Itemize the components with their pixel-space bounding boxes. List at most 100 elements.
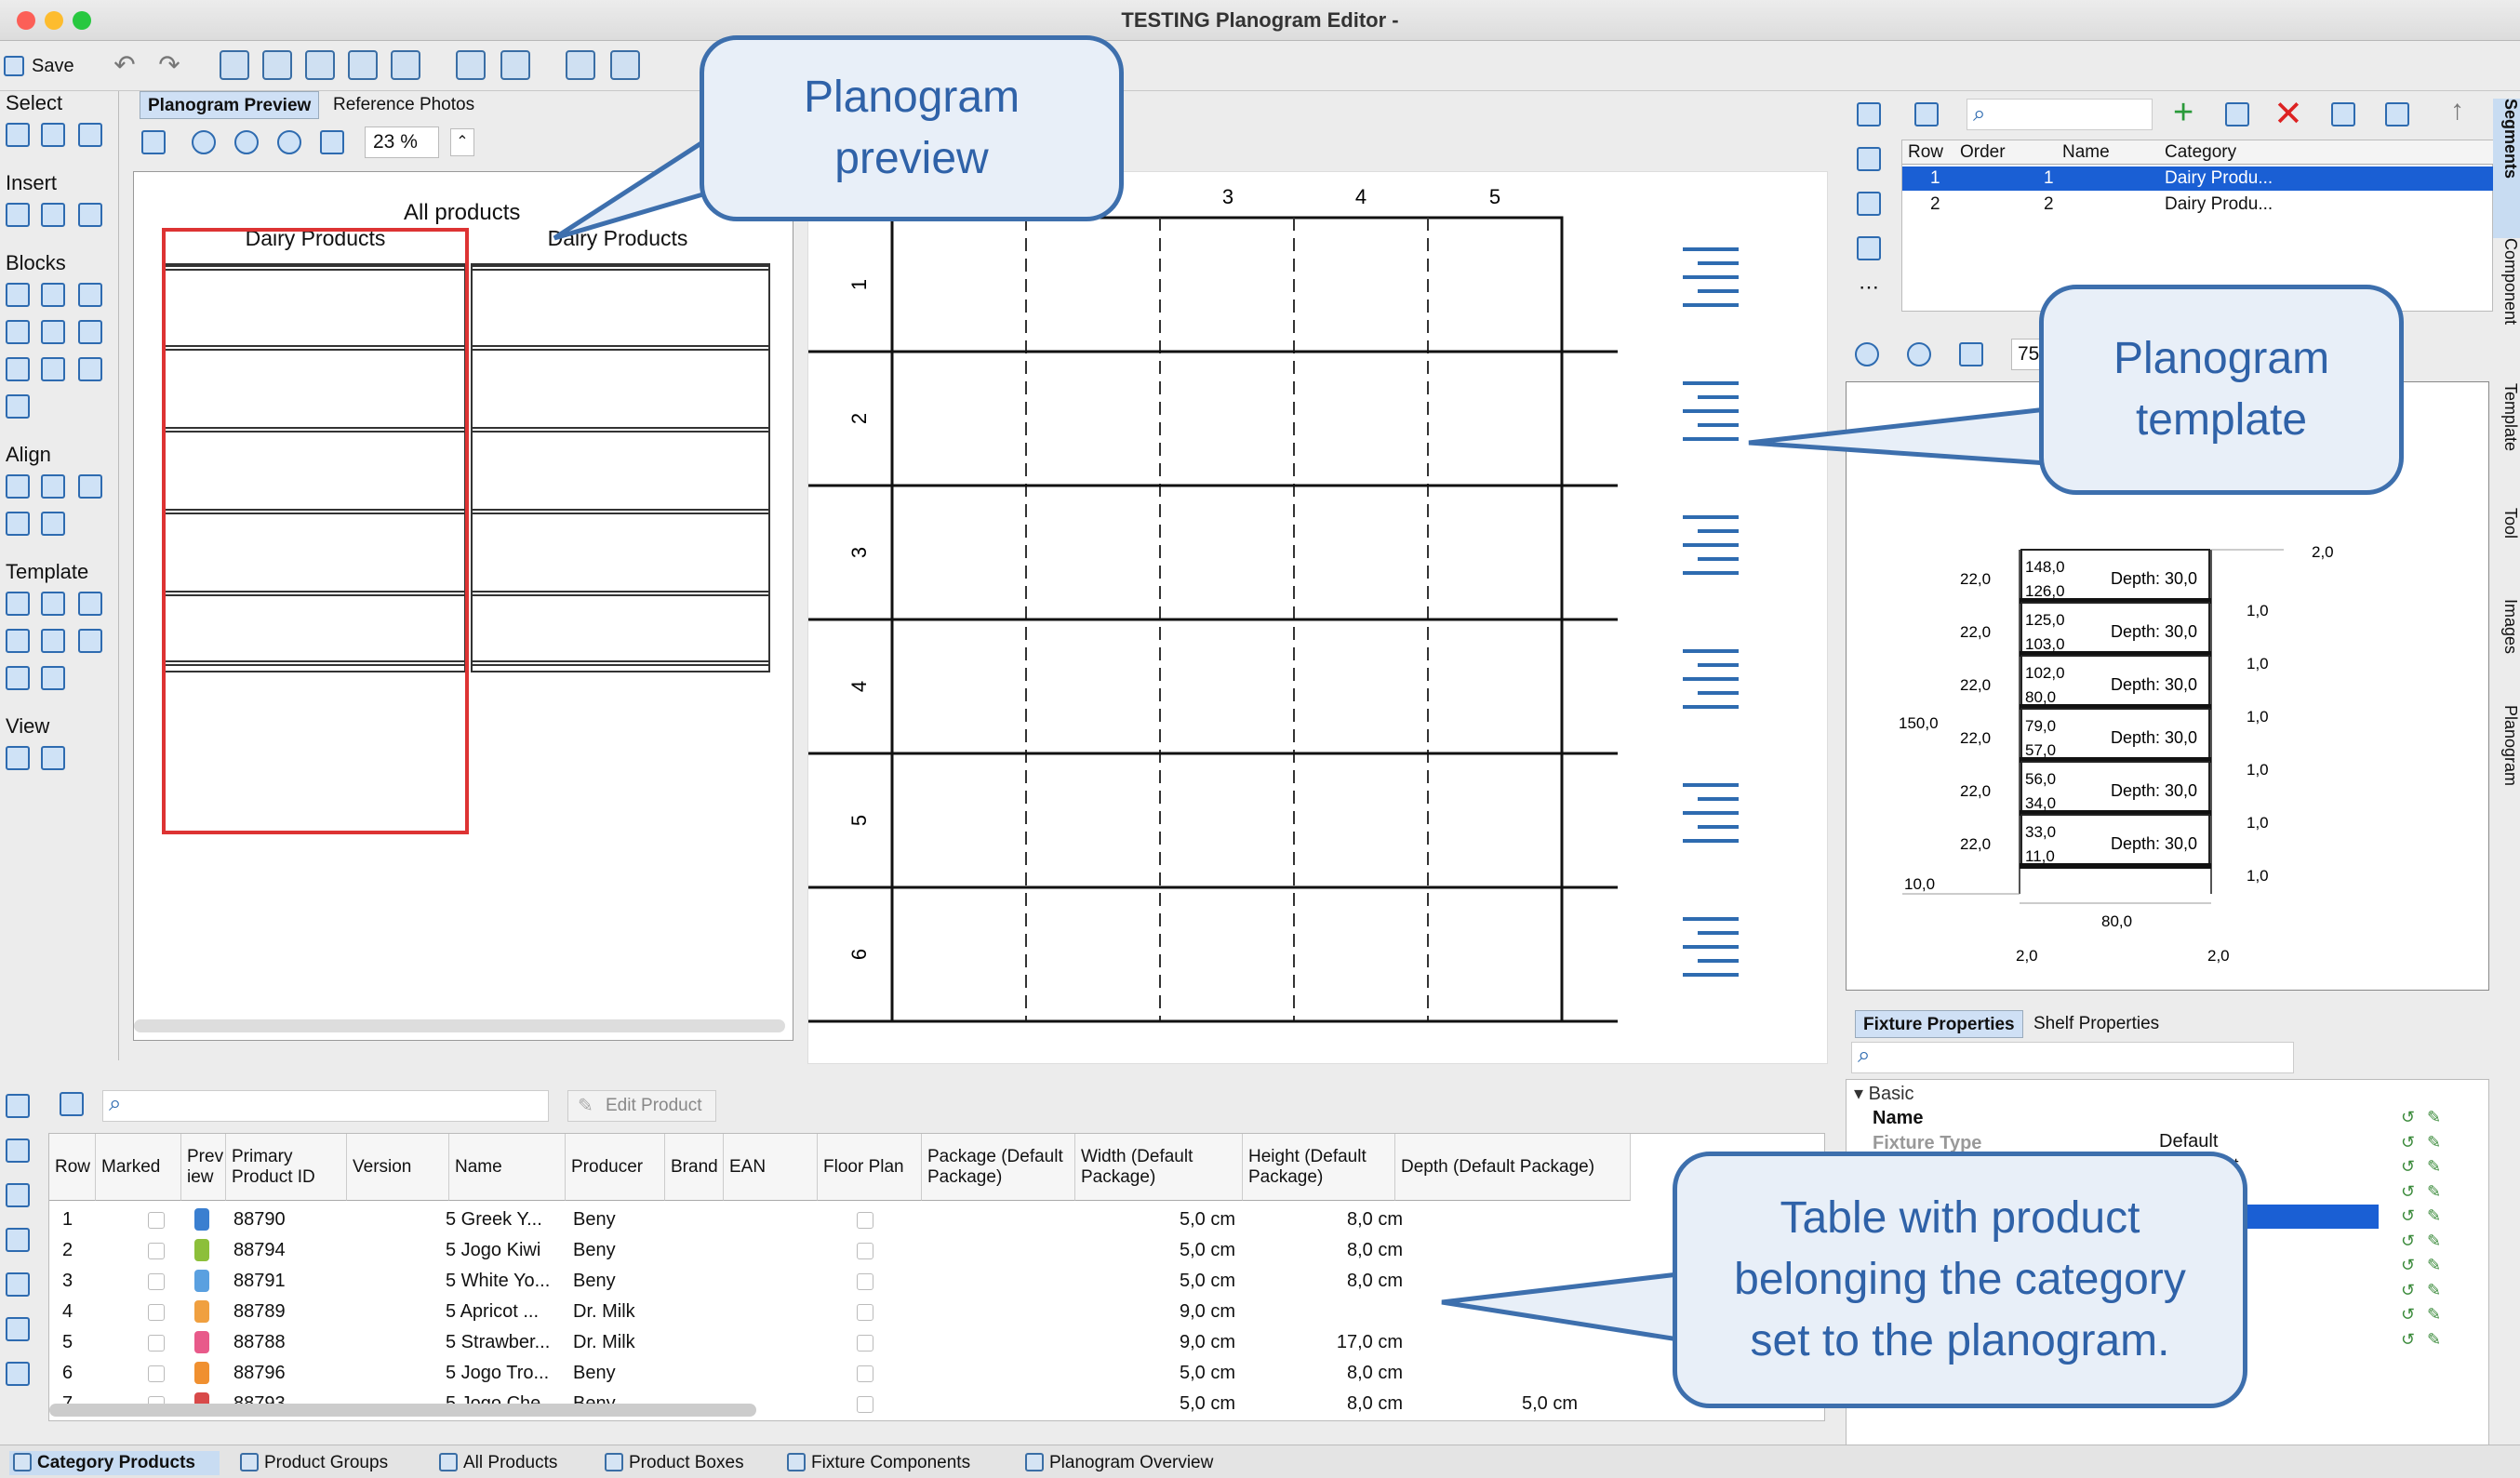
reset-icon[interactable]: ↺: [2401, 1157, 2415, 1177]
marked-checkbox[interactable]: [148, 1304, 165, 1321]
camera-icon[interactable]: [348, 50, 378, 80]
edit-product-button[interactable]: ✎ Edit Product: [567, 1090, 716, 1122]
vtab-planogram[interactable]: Planogram: [2493, 705, 2520, 835]
block-icon-6[interactable]: [78, 320, 102, 344]
reset-icon[interactable]: ↺: [2401, 1108, 2415, 1127]
pin-icon[interactable]: ✎: [2427, 1232, 2441, 1251]
move-up-button[interactable]: ↑: [2450, 95, 2464, 126]
template-icon-4[interactable]: [6, 629, 30, 653]
block-icon-2[interactable]: [41, 283, 65, 307]
floor-plan-checkbox[interactable]: [857, 1273, 873, 1290]
vtab-images[interactable]: Images: [2493, 599, 2520, 692]
column-header[interactable]: EAN: [724, 1134, 818, 1201]
template-icon-3[interactable]: [78, 592, 102, 616]
reset-icon[interactable]: ↺: [2401, 1206, 2415, 1226]
reset-icon[interactable]: ↺: [2401, 1232, 2415, 1251]
xo-icon[interactable]: [1857, 102, 1881, 126]
fit-icon[interactable]: [1959, 342, 1983, 366]
floor-plan-checkbox[interactable]: [857, 1243, 873, 1259]
marked-checkbox[interactable]: [148, 1365, 165, 1382]
template-icon-8[interactable]: [41, 666, 65, 690]
multi-select-icon[interactable]: [41, 123, 65, 147]
zoom-input[interactable]: 23 %: [365, 126, 439, 158]
undo-button[interactable]: ↶: [110, 50, 140, 80]
vtab-tool[interactable]: Tool: [2493, 508, 2520, 573]
column-header[interactable]: Depth (Default Package): [1395, 1134, 1631, 1201]
table-row[interactable]: 5 88788 5 Strawber... Dr. Milk 9,0 cm 17,0 cm: [49, 1327, 1824, 1358]
grid-settings-icon[interactable]: [610, 50, 640, 80]
vtab-template[interactable]: Template: [2493, 383, 2520, 495]
floor-plan-checkbox[interactable]: [857, 1304, 873, 1321]
xo-icon[interactable]: [6, 1317, 30, 1341]
column-header[interactable]: Package (Default Package): [922, 1134, 1075, 1201]
select-icon[interactable]: [6, 123, 30, 147]
check-icon[interactable]: [6, 1094, 30, 1118]
tab-fixture-properties[interactable]: Fixture Properties: [1855, 1010, 2023, 1038]
marked-checkbox[interactable]: [148, 1212, 165, 1229]
table-row[interactable]: 3 88791 5 White Yo... Beny 5,0 cm 8,0 cm: [49, 1266, 1824, 1297]
block-icon-10[interactable]: [6, 394, 30, 419]
preview-scrollbar[interactable]: [134, 1019, 785, 1032]
block-icon-8[interactable]: [41, 357, 65, 381]
align-right-icon[interactable]: [78, 474, 102, 499]
view-icon-1[interactable]: [6, 746, 30, 770]
segment-row[interactable]: 2 2 Dairy Produ...: [1902, 193, 2494, 217]
columns-icon[interactable]: [305, 50, 335, 80]
delete-segment-button[interactable]: ✕: [2273, 93, 2303, 135]
view-icon-2[interactable]: [41, 746, 65, 770]
template-icon-1[interactable]: [6, 592, 30, 616]
tab-product-boxes[interactable]: Product Boxes: [601, 1451, 744, 1475]
tab-shelf-properties[interactable]: Shelf Properties: [2026, 1010, 2167, 1038]
column-header[interactable]: Height (Default Package): [1243, 1134, 1395, 1201]
properties-search-input[interactable]: ⌕: [1851, 1042, 2294, 1073]
table-icon[interactable]: [1914, 102, 1939, 126]
tab-reference-photos[interactable]: Reference Photos: [326, 91, 482, 119]
block-icon-7[interactable]: [6, 357, 30, 381]
column-header[interactable]: Row: [49, 1134, 96, 1201]
zoom-out-icon[interactable]: [234, 130, 259, 154]
template-icon-6[interactable]: [78, 629, 102, 653]
more-icon[interactable]: ⋯: [1859, 275, 1879, 300]
vtab-component[interactable]: Component: [2493, 238, 2520, 368]
reset-icon[interactable]: ↺: [2401, 1133, 2415, 1152]
reset-icon[interactable]: ↺: [2401, 1256, 2415, 1275]
table-row[interactable]: 2 88794 5 Jogo Kiwi Beny 5,0 cm 8,0 cm: [49, 1235, 1824, 1266]
segment-search-input[interactable]: ⌕: [1967, 99, 2153, 130]
reset-icon[interactable]: ↺: [2401, 1182, 2415, 1202]
insert-x-icon[interactable]: [41, 203, 65, 227]
block-icon-3[interactable]: [78, 283, 102, 307]
column-header[interactable]: Version: [347, 1134, 449, 1201]
measure-icon[interactable]: [391, 50, 420, 80]
reset-icon[interactable]: ↺: [2401, 1281, 2415, 1300]
arrange-icon[interactable]: [220, 50, 249, 80]
list-icon[interactable]: [262, 50, 292, 80]
add-segment-button[interactable]: +: [2173, 93, 2193, 133]
insert-shelf-icon[interactable]: [6, 203, 30, 227]
pin-icon[interactable]: ✎: [2427, 1330, 2441, 1350]
lasso-icon[interactable]: [78, 123, 102, 147]
copy-icon[interactable]: [2225, 102, 2249, 126]
distribute-vertical-icon[interactable]: [41, 512, 65, 536]
copy-icon[interactable]: [6, 1138, 30, 1163]
block-icon-9[interactable]: [78, 357, 102, 381]
column-header[interactable]: Primary Product ID: [226, 1134, 347, 1201]
tab-fixture-components[interactable]: Fixture Components: [783, 1451, 970, 1475]
pin-icon[interactable]: ✎: [2427, 1182, 2441, 1202]
tab-planogram-overview[interactable]: Planogram Overview: [1021, 1451, 1213, 1475]
zoom-out-icon[interactable]: [1907, 342, 1931, 366]
column-header[interactable]: Producer: [566, 1134, 665, 1201]
redo-button[interactable]: ↷: [154, 50, 184, 80]
save-button[interactable]: Save: [4, 52, 74, 80]
segment-row[interactable]: 1 1 Dairy Produ...: [1902, 166, 2494, 191]
marked-checkbox[interactable]: [148, 1335, 165, 1352]
block-icon-1[interactable]: [6, 283, 30, 307]
reset-icon[interactable]: ↺: [2401, 1305, 2415, 1325]
flag-icon[interactable]: [6, 1228, 30, 1252]
align-center-icon[interactable]: [41, 474, 65, 499]
pin-icon[interactable]: ✎: [2427, 1108, 2441, 1127]
column-header[interactable]: Width (Default Package): [1075, 1134, 1243, 1201]
distribute-icon[interactable]: [6, 512, 30, 536]
template-icon-5[interactable]: [41, 629, 65, 653]
tab-all-products[interactable]: All Products: [435, 1451, 557, 1475]
table-icon[interactable]: [60, 1092, 84, 1116]
